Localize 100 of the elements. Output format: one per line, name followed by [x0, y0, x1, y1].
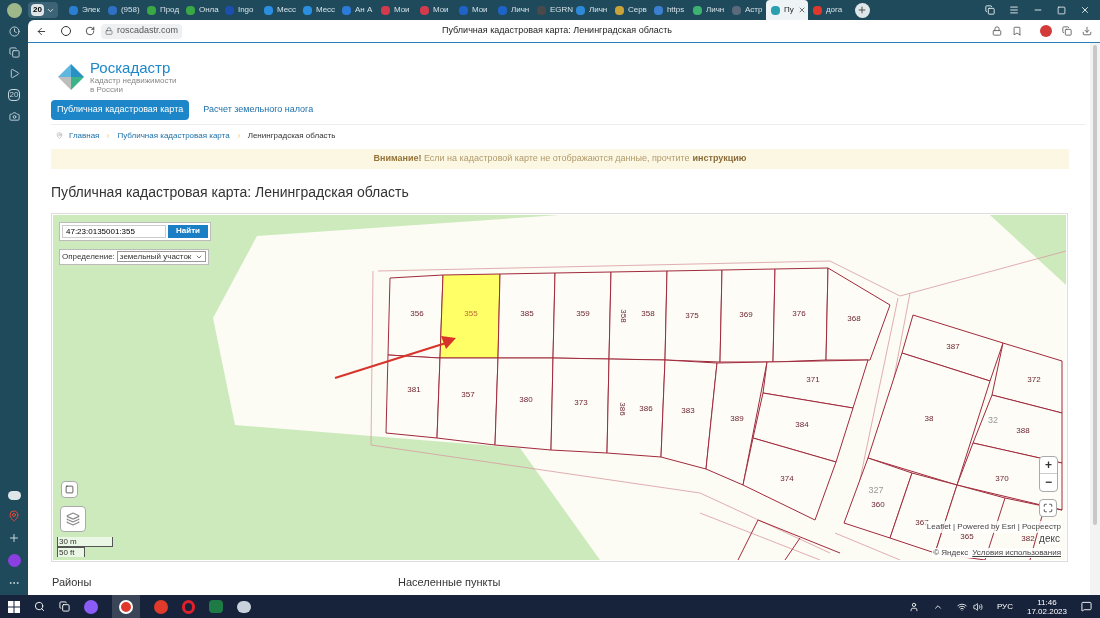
- browser-tab[interactable]: (958): [102, 0, 142, 20]
- land-parcel[interactable]: [436, 357, 499, 445]
- tabs-icon[interactable]: [985, 5, 995, 15]
- tab-group-button[interactable]: 20: [28, 2, 58, 18]
- clock-date[interactable]: 17.02.2023: [1026, 606, 1067, 616]
- parcel-number: 389: [730, 413, 744, 423]
- layers-icon: [66, 511, 80, 526]
- nav-tab[interactable]: Расчет земельного налога: [197, 100, 320, 120]
- definition-select[interactable]: земельный участок: [116, 251, 207, 262]
- tab-title: Личн: [588, 4, 608, 16]
- tab-title: EGRN: [549, 4, 574, 16]
- notifications-icon[interactable]: [1081, 601, 1092, 612]
- browser-tab[interactable]: Ан А: [336, 0, 376, 20]
- land-parcel[interactable]: [752, 392, 854, 462]
- browser-tab[interactable]: Серв: [609, 0, 649, 20]
- browser-tab[interactable]: Месс: [297, 0, 337, 20]
- cadastral-number-field[interactable]: 47:23:0135001:355: [62, 224, 166, 238]
- land-parcel[interactable]: [608, 270, 668, 360]
- land-parcel[interactable]: [606, 358, 666, 457]
- person-icon[interactable]: [908, 601, 919, 612]
- find-button[interactable]: Найти: [168, 224, 208, 238]
- tabs-icon[interactable]: [8, 47, 20, 58]
- land-parcel[interactable]: [742, 437, 837, 520]
- land-parcel[interactable]: [972, 394, 1063, 463]
- menu-icon[interactable]: [1009, 5, 1019, 15]
- language-indicator[interactable]: РУС: [996, 600, 1013, 613]
- volume-icon[interactable]: [972, 601, 983, 612]
- clock-time[interactable]: 11:46: [1037, 597, 1057, 607]
- app-icon[interactable]: [154, 599, 168, 614]
- screenshot-icon[interactable]: [8, 111, 20, 122]
- browser-tab[interactable]: Элек: [63, 0, 103, 20]
- land-parcel[interactable]: [825, 267, 891, 360]
- copyright-text: © Яндекс: [933, 547, 969, 558]
- new-tab-button[interactable]: [854, 2, 870, 18]
- land-parcel[interactable]: [772, 267, 829, 362]
- browser-tab[interactable]: Прод: [141, 0, 181, 20]
- back-icon[interactable]: [36, 25, 47, 37]
- network-icon[interactable]: [956, 601, 967, 612]
- land-parcel[interactable]: [991, 342, 1063, 413]
- land-parcel[interactable]: [439, 273, 501, 358]
- nav-tab[interactable]: Публичная кадастровая карта: [51, 100, 190, 120]
- browser-tab[interactable]: Мои: [375, 0, 415, 20]
- land-parcel[interactable]: [901, 314, 1004, 381]
- land-parcel[interactable]: [719, 268, 776, 362]
- browser-tab[interactable]: Месс: [258, 0, 298, 20]
- close-icon[interactable]: [1080, 5, 1090, 15]
- breadcrumb-link[interactable]: Публичная кадастровая карта: [117, 129, 230, 142]
- parcel-number: 360: [871, 499, 885, 509]
- avatar-icon[interactable]: [1040, 25, 1052, 37]
- restore-icon[interactable]: [1057, 5, 1066, 15]
- browser-tab[interactable]: EGRN: [531, 0, 571, 20]
- tab-count-badge[interactable]: 20: [7, 89, 21, 101]
- browser-tab[interactable]: Пу: [765, 0, 808, 20]
- search-icon[interactable]: [34, 601, 45, 612]
- tab-title: Мои: [471, 4, 488, 16]
- browser-tab[interactable]: https: [648, 0, 688, 20]
- task-view-icon[interactable]: [59, 601, 70, 612]
- land-parcel[interactable]: [660, 359, 718, 469]
- parcel-number: 368: [847, 313, 861, 323]
- browser-tab[interactable]: Мои: [414, 0, 454, 20]
- scrollbar[interactable]: [1090, 43, 1100, 595]
- land-parcel[interactable]: [843, 457, 913, 538]
- zoom-in-button[interactable]: +: [1040, 456, 1057, 474]
- browser-tab[interactable]: Астр: [726, 0, 766, 20]
- add-icon[interactable]: [8, 532, 20, 544]
- land-parcel[interactable]: [664, 269, 723, 362]
- breadcrumb-link[interactable]: Главная: [69, 129, 100, 142]
- parcel-number: 383: [681, 405, 695, 415]
- browser-taskbar-button[interactable]: [112, 595, 140, 618]
- reload-icon[interactable]: [85, 26, 95, 36]
- terms-link[interactable]: Условия использования: [972, 547, 1061, 558]
- layers-button[interactable]: [60, 505, 86, 532]
- browser-tab[interactable]: Личн: [492, 0, 532, 20]
- address-field[interactable]: roscadastr.com: [101, 23, 183, 39]
- zoom-out-button[interactable]: −: [1040, 473, 1057, 491]
- browser-tab[interactable]: дога: [807, 0, 847, 20]
- land-parcel[interactable]: [552, 271, 612, 359]
- close-icon[interactable]: [797, 6, 806, 14]
- history-icon[interactable]: [8, 26, 20, 37]
- land-parcel[interactable]: [705, 361, 768, 485]
- land-parcel[interactable]: [497, 272, 556, 358]
- parcel-number: 384: [795, 419, 809, 429]
- browser-tab[interactable]: Личн: [687, 0, 727, 20]
- parcel-number: 357: [461, 389, 475, 399]
- download-icon[interactable]: [1082, 26, 1092, 36]
- collections-icon[interactable]: [1062, 26, 1072, 36]
- browser-tab[interactable]: Мои: [453, 0, 493, 20]
- land-parcel[interactable]: [550, 357, 610, 453]
- land-parcel[interactable]: [494, 357, 554, 450]
- windows-icon[interactable]: [8, 600, 20, 613]
- browser-tab[interactable]: Онла: [180, 0, 220, 20]
- land-parcel[interactable]: [762, 359, 869, 408]
- bookmark-icon[interactable]: [1012, 26, 1022, 36]
- protect-icon[interactable]: [992, 26, 1002, 36]
- land-parcel[interactable]: [385, 354, 441, 438]
- draw-tool-button[interactable]: [61, 480, 78, 498]
- profile-icon[interactable]: [6, 2, 22, 18]
- instruction-link[interactable]: инструкцию: [692, 151, 747, 166]
- browser-tab[interactable]: Ingo: [219, 0, 259, 20]
- play-icon[interactable]: [8, 68, 20, 79]
